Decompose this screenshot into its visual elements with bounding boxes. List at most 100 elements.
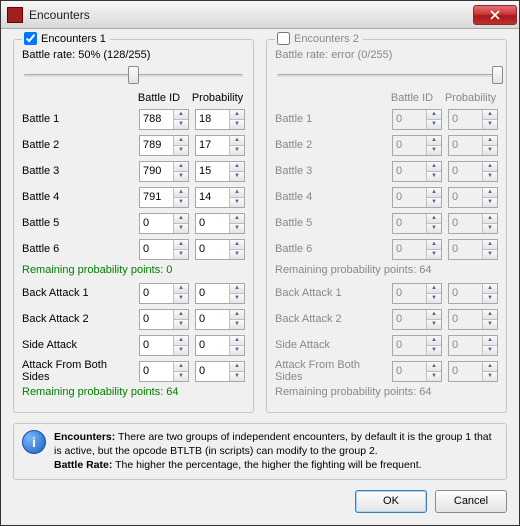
enc2-battle-2-prob[interactable]: 0 ▲ ▼ (448, 135, 498, 156)
enc2-battle-6-id-down[interactable]: ▼ (427, 250, 441, 259)
enc1-slider[interactable] (22, 64, 245, 86)
enc2-battle-6-prob[interactable]: 0 ▲ ▼ (448, 239, 498, 260)
enc2-extra-2-id-up[interactable]: ▲ (427, 310, 441, 320)
enc1-battle-2-prob[interactable]: 17 ▲ ▼ (195, 135, 245, 156)
enc2-battle-6-id[interactable]: 0 ▲ ▼ (392, 239, 442, 260)
close-button[interactable] (473, 5, 517, 25)
enc1-extra-3-prob-down[interactable]: ▼ (230, 346, 244, 355)
enc1-checkbox-label[interactable]: Encounters 1 (22, 32, 110, 45)
enc1-battle-5-prob-down[interactable]: ▼ (230, 224, 244, 233)
enc2-battle-2-id-up[interactable]: ▲ (427, 136, 441, 146)
enc2-battle-1-prob[interactable]: 0 ▲ ▼ (448, 109, 498, 130)
enc2-battle-2-prob-up[interactable]: ▲ (483, 136, 497, 146)
enc2-battle-5-id[interactable]: 0 ▲ ▼ (392, 213, 442, 234)
enc2-battle-3-id-up[interactable]: ▲ (427, 162, 441, 172)
enc1-battle-3-id[interactable]: 790 ▲ ▼ (139, 161, 189, 182)
enc1-extra-3-id-up[interactable]: ▲ (174, 336, 188, 346)
enc1-extra-2-id[interactable]: 0 ▲ ▼ (139, 309, 189, 330)
enc1-battle-3-id-down[interactable]: ▼ (174, 172, 188, 181)
enc2-battle-1-prob-up[interactable]: ▲ (483, 110, 497, 120)
enc1-battle-6-prob-up[interactable]: ▲ (230, 240, 244, 250)
enc2-extra-4-prob-down[interactable]: ▼ (483, 372, 497, 381)
enc2-checkbox-label[interactable]: Encounters 2 (275, 32, 363, 45)
enc2-extra-2-prob-down[interactable]: ▼ (483, 320, 497, 329)
enc1-extra-2-id-up[interactable]: ▲ (174, 310, 188, 320)
enc1-battle-4-id-down[interactable]: ▼ (174, 198, 188, 207)
enc2-extra-3-id-up[interactable]: ▲ (427, 336, 441, 346)
enc2-extra-3-id-down[interactable]: ▼ (427, 346, 441, 355)
enc2-battle-4-prob-up[interactable]: ▲ (483, 188, 497, 198)
enc2-extra-4-id-up[interactable]: ▲ (427, 362, 441, 372)
enc1-extra-2-prob-up[interactable]: ▲ (230, 310, 244, 320)
enc2-extra-3-prob-down[interactable]: ▼ (483, 346, 497, 355)
enc1-battle-6-prob-down[interactable]: ▼ (230, 250, 244, 259)
enc1-extra-2-id-down[interactable]: ▼ (174, 320, 188, 329)
enc2-battle-6-prob-down[interactable]: ▼ (483, 250, 497, 259)
enc2-extra-4-id-down[interactable]: ▼ (427, 372, 441, 381)
enc2-battle-3-prob-down[interactable]: ▼ (483, 172, 497, 181)
enc1-extra-4-prob[interactable]: 0 ▲ ▼ (195, 361, 245, 382)
enc1-extra-4-prob-up[interactable]: ▲ (230, 362, 244, 372)
enc2-battle-6-prob-up[interactable]: ▲ (483, 240, 497, 250)
enc2-extra-4-prob-up[interactable]: ▲ (483, 362, 497, 372)
enc2-extra-4-id[interactable]: 0 ▲ ▼ (392, 361, 442, 382)
enc2-battle-3-id-down[interactable]: ▼ (427, 172, 441, 181)
enc1-battle-2-id-up[interactable]: ▲ (174, 136, 188, 146)
enc1-battle-1-prob[interactable]: 18 ▲ ▼ (195, 109, 245, 130)
enc1-extra-4-id-up[interactable]: ▲ (174, 362, 188, 372)
enc2-battle-1-id-up[interactable]: ▲ (427, 110, 441, 120)
enc2-extra-1-prob[interactable]: 0 ▲ ▼ (448, 283, 498, 304)
enc1-extra-2-prob-down[interactable]: ▼ (230, 320, 244, 329)
enc2-extra-1-id-down[interactable]: ▼ (427, 294, 441, 303)
enc2-battle-4-prob[interactable]: 0 ▲ ▼ (448, 187, 498, 208)
enc2-battle-5-prob-down[interactable]: ▼ (483, 224, 497, 233)
enc1-extra-1-id-down[interactable]: ▼ (174, 294, 188, 303)
enc2-checkbox[interactable] (277, 32, 290, 45)
enc2-extra-1-id[interactable]: 0 ▲ ▼ (392, 283, 442, 304)
enc1-extra-4-id[interactable]: 0 ▲ ▼ (139, 361, 189, 382)
enc2-battle-4-id[interactable]: 0 ▲ ▼ (392, 187, 442, 208)
enc1-extra-1-prob-down[interactable]: ▼ (230, 294, 244, 303)
enc2-battle-3-prob-up[interactable]: ▲ (483, 162, 497, 172)
enc1-extra-3-prob-up[interactable]: ▲ (230, 336, 244, 346)
enc2-slider[interactable] (275, 64, 498, 86)
enc2-extra-2-prob-up[interactable]: ▲ (483, 310, 497, 320)
enc2-extra-1-prob-up[interactable]: ▲ (483, 284, 497, 294)
enc1-extra-1-prob-up[interactable]: ▲ (230, 284, 244, 294)
enc1-battle-4-id[interactable]: 791 ▲ ▼ (139, 187, 189, 208)
enc2-battle-3-id[interactable]: 0 ▲ ▼ (392, 161, 442, 182)
enc1-battle-1-id-down[interactable]: ▼ (174, 120, 188, 129)
enc2-battle-4-id-up[interactable]: ▲ (427, 188, 441, 198)
enc1-battle-5-id-down[interactable]: ▼ (174, 224, 188, 233)
enc2-extra-1-prob-down[interactable]: ▼ (483, 294, 497, 303)
enc2-extra-2-prob[interactable]: 0 ▲ ▼ (448, 309, 498, 330)
enc2-slider-thumb[interactable] (492, 66, 503, 84)
enc1-extra-4-id-down[interactable]: ▼ (174, 372, 188, 381)
enc2-extra-3-id[interactable]: 0 ▲ ▼ (392, 335, 442, 356)
enc1-battle-5-id[interactable]: 0 ▲ ▼ (139, 213, 189, 234)
enc1-battle-3-prob-down[interactable]: ▼ (230, 172, 244, 181)
enc2-extra-2-id[interactable]: 0 ▲ ▼ (392, 309, 442, 330)
enc1-battle-1-prob-down[interactable]: ▼ (230, 120, 244, 129)
enc2-battle-3-prob[interactable]: 0 ▲ ▼ (448, 161, 498, 182)
enc1-checkbox[interactable] (24, 32, 37, 45)
enc1-slider-thumb[interactable] (128, 66, 139, 84)
enc2-battle-2-id[interactable]: 0 ▲ ▼ (392, 135, 442, 156)
enc2-extra-1-id-up[interactable]: ▲ (427, 284, 441, 294)
enc1-battle-4-id-up[interactable]: ▲ (174, 188, 188, 198)
enc1-battle-1-id[interactable]: 788 ▲ ▼ (139, 109, 189, 130)
enc1-battle-2-id[interactable]: 789 ▲ ▼ (139, 135, 189, 156)
enc2-extra-2-id-down[interactable]: ▼ (427, 320, 441, 329)
enc2-battle-4-id-down[interactable]: ▼ (427, 198, 441, 207)
enc2-battle-6-id-up[interactable]: ▲ (427, 240, 441, 250)
enc1-battle-6-prob[interactable]: 0 ▲ ▼ (195, 239, 245, 260)
enc1-battle-5-prob-up[interactable]: ▲ (230, 214, 244, 224)
cancel-button[interactable]: Cancel (435, 490, 507, 513)
enc2-battle-5-prob[interactable]: 0 ▲ ▼ (448, 213, 498, 234)
enc1-battle-5-id-up[interactable]: ▲ (174, 214, 188, 224)
enc1-extra-1-id-up[interactable]: ▲ (174, 284, 188, 294)
enc1-extra-1-prob[interactable]: 0 ▲ ▼ (195, 283, 245, 304)
enc2-battle-5-id-down[interactable]: ▼ (427, 224, 441, 233)
enc1-extra-1-id[interactable]: 0 ▲ ▼ (139, 283, 189, 304)
enc1-extra-4-prob-down[interactable]: ▼ (230, 372, 244, 381)
